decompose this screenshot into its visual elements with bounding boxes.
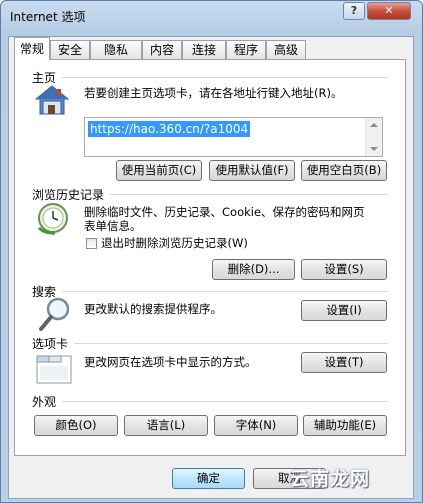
use-current-button[interactable]: 使用当前页(C) bbox=[116, 160, 202, 181]
history-delete-button[interactable]: 删除(D)... bbox=[212, 259, 295, 280]
history-description-line2: 表单信息。 bbox=[84, 219, 142, 233]
title-bar[interactable]: Internet 选项 ? ✕ bbox=[1, 1, 422, 31]
scroll-down-icon[interactable] bbox=[370, 147, 378, 151]
use-blank-button[interactable]: 使用空白页(B) bbox=[301, 160, 387, 181]
home-address-textarea[interactable]: https://hao.360.cn/?a1004 bbox=[84, 117, 383, 157]
help-button[interactable]: ? bbox=[343, 2, 365, 20]
history-description-line1: 删除临时文件、历史记录、Cookie、保存的密码和网页 bbox=[84, 205, 365, 219]
search-divider bbox=[62, 291, 388, 292]
appearance-section-title: 外观 bbox=[32, 395, 57, 409]
history-clock-icon bbox=[37, 203, 68, 235]
tab-advanced[interactable]: 高级 bbox=[266, 40, 306, 59]
history-divider bbox=[110, 194, 388, 195]
languages-button[interactable]: 语言(L) bbox=[124, 415, 208, 436]
tab-security[interactable]: 安全 bbox=[50, 40, 90, 59]
scroll-up-icon[interactable] bbox=[370, 123, 378, 127]
close-button[interactable]: ✕ bbox=[367, 2, 411, 20]
appearance-divider bbox=[62, 401, 388, 402]
tabs-divider bbox=[74, 343, 388, 344]
home-address-value: https://hao.360.cn/?a1004 bbox=[88, 121, 251, 137]
fonts-button[interactable]: 字体(N) bbox=[214, 415, 298, 436]
search-settings-button[interactable]: 设置(I) bbox=[301, 300, 387, 321]
history-settings-button[interactable]: 设置(S) bbox=[301, 259, 387, 280]
house-icon bbox=[34, 85, 70, 115]
history-section-title: 浏览历史记录 bbox=[32, 188, 105, 202]
magnifier-icon bbox=[39, 297, 70, 331]
tabs-description: 更改网页在选项卡中显示的方式。 bbox=[84, 355, 257, 369]
address-scrollbar[interactable] bbox=[365, 118, 382, 156]
home-description: 若要创建主页选项卡，请在各地址行键入地址(R)。 bbox=[84, 86, 343, 100]
home-divider bbox=[62, 77, 388, 78]
tabs-settings-button[interactable]: 设置(T) bbox=[301, 352, 387, 373]
delete-on-exit-label[interactable]: 退出时删除浏览历史记录(W) bbox=[101, 236, 248, 251]
accessibility-button[interactable]: 辅助功能(E) bbox=[303, 415, 387, 436]
tab-general[interactable]: 常规 bbox=[14, 37, 50, 60]
tab-privacy[interactable]: 隐私 bbox=[90, 40, 142, 59]
tab-programs[interactable]: 程序 bbox=[226, 40, 266, 59]
delete-on-exit-checkbox[interactable] bbox=[86, 238, 97, 249]
tab-content[interactable]: 内容 bbox=[142, 40, 182, 59]
search-description: 更改默认的搜索提供程序。 bbox=[84, 302, 222, 316]
ok-button[interactable]: 确定 bbox=[172, 468, 245, 489]
tabs-window-icon bbox=[36, 355, 72, 384]
window-title: Internet 选项 bbox=[10, 10, 86, 24]
tab-connections[interactable]: 连接 bbox=[182, 40, 226, 59]
tabs-section-title: 选项卡 bbox=[32, 337, 69, 351]
colors-button[interactable]: 颜色(O) bbox=[34, 415, 118, 436]
use-default-button[interactable]: 使用默认值(F) bbox=[209, 160, 295, 181]
watermark: 云南龙网 bbox=[290, 468, 371, 490]
